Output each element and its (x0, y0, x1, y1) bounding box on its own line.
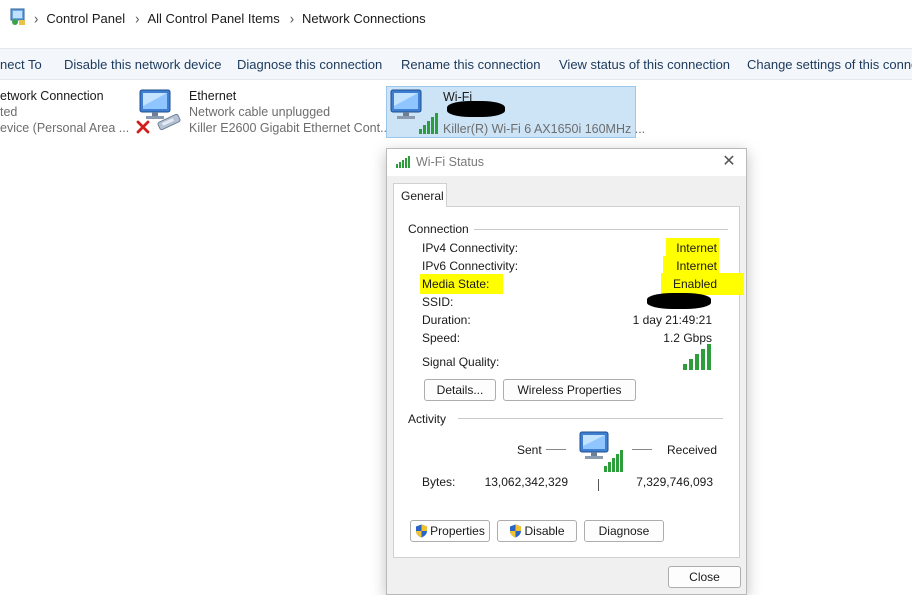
received-line (632, 449, 652, 450)
adapter-name: Ethernet (189, 89, 237, 103)
ssid-label: SSID: (422, 295, 454, 309)
breadcrumb: › Control Panel › All Control Panel Item… (34, 0, 436, 36)
diagnose-connection-button[interactable]: Diagnose this connection (237, 57, 382, 72)
chevron-right-icon[interactable]: › (135, 10, 139, 27)
ipv4-label: IPv4 Connectivity: (422, 241, 519, 255)
signal-quality-label: Signal Quality: (422, 355, 500, 369)
command-bar: nect To Disable this network device Diag… (0, 48, 912, 80)
signal-bar (683, 364, 687, 370)
duration-value: 1 day 21:49:21 (632, 313, 712, 327)
signal-bar (707, 344, 711, 370)
bytes-label: Bytes: (422, 475, 456, 489)
diagnose-button[interactable]: Diagnose (584, 520, 664, 542)
bytes-sent-value: 13,062,342,329 (484, 475, 568, 489)
group-divider (474, 229, 728, 230)
view-status-button[interactable]: View status of this connection (559, 57, 730, 72)
adapter-device: evice (Personal Area ... (0, 121, 130, 135)
adapter-ethernet[interactable]: Ethernet Network cable unplugged Killer … (134, 86, 391, 138)
network-adapter-icon (390, 89, 438, 134)
close-button[interactable]: Close (668, 566, 741, 588)
adapter-status: ted (0, 105, 18, 119)
bytes-received-value: 7,329,746,093 (636, 475, 713, 489)
control-panel-icon (10, 8, 25, 25)
redaction-mark (447, 101, 505, 117)
connection-heading: Connection (408, 222, 474, 236)
adapter-status: Network cable unplugged (189, 105, 331, 119)
ipv6-label: IPv6 Connectivity: (422, 259, 519, 273)
dialog-title: Wi-Fi Status (416, 155, 485, 169)
shield-icon (510, 524, 522, 538)
disable-button-label: Disable (524, 524, 565, 538)
adapter-device: Killer E2600 Gigabit Ethernet Cont... (189, 121, 391, 135)
general-tab-panel: Connection IPv4 Connectivity: Internet I… (393, 206, 744, 558)
adapter-wifi[interactable]: Wi-Fi Killer(R) Wi-Fi 6 AX1650i 160MHz .… (386, 86, 645, 138)
sent-label: Sent (517, 443, 542, 457)
shield-icon (416, 524, 428, 538)
properties-button[interactable]: Properties (410, 520, 490, 542)
properties-button-label: Properties (430, 524, 485, 538)
group-divider (458, 418, 723, 419)
disable-device-button[interactable]: Disable this network device (64, 57, 222, 72)
chevron-right-icon[interactable]: › (34, 10, 38, 27)
address-bar[interactable]: › Control Panel › All Control Panel Item… (0, 0, 912, 36)
wifi-status-dialog: Wi-Fi Status ✕ General Connection IPv4 C… (386, 148, 747, 595)
sent-line (546, 449, 566, 450)
wifi-signal-icon (396, 156, 410, 168)
redaction-mark (647, 293, 711, 309)
activity-heading: Activity (408, 412, 452, 426)
signal-bar (695, 354, 699, 370)
disable-button[interactable]: Disable (497, 520, 577, 542)
adapter-name: etwork Connection (0, 89, 104, 103)
connect-to-button[interactable]: nect To (0, 57, 42, 72)
details-button[interactable]: Details... (424, 379, 496, 401)
signal-bar (689, 359, 693, 370)
change-settings-button[interactable]: Change settings of this connect (747, 57, 912, 72)
media-state-label: Media State: (420, 274, 504, 294)
ipv4-value: Internet (666, 238, 719, 258)
speed-value: 1.2 Gbps (663, 331, 712, 345)
media-state-value: Enabled (660, 273, 744, 295)
breadcrumb-all-items[interactable]: All Control Panel Items (147, 11, 279, 26)
signal-bars-icon (683, 344, 711, 370)
breadcrumb-control-panel[interactable]: Control Panel (46, 11, 125, 26)
network-activity-icon (579, 431, 623, 472)
breadcrumb-network-connections[interactable]: Network Connections (302, 11, 426, 26)
bytes-divider (598, 479, 599, 491)
speed-label: Speed: (422, 331, 461, 345)
chevron-right-icon[interactable]: › (290, 10, 294, 27)
wireless-properties-button[interactable]: Wireless Properties (503, 379, 636, 401)
received-label: Received (667, 443, 718, 457)
signal-bar (701, 349, 705, 370)
adapter-bluetooth[interactable]: etwork Connection ted evice (Personal Ar… (0, 86, 130, 138)
adapter-device: Killer(R) Wi-Fi 6 AX1650i 160MHz ... (443, 122, 646, 136)
rename-connection-button[interactable]: Rename this connection (401, 57, 540, 72)
close-icon[interactable]: ✕ (720, 153, 738, 171)
dialog-titlebar[interactable]: Wi-Fi Status ✕ (387, 149, 746, 176)
duration-label: Duration: (422, 313, 471, 327)
tab-general[interactable]: General (393, 183, 447, 207)
red-x-icon (136, 120, 150, 134)
